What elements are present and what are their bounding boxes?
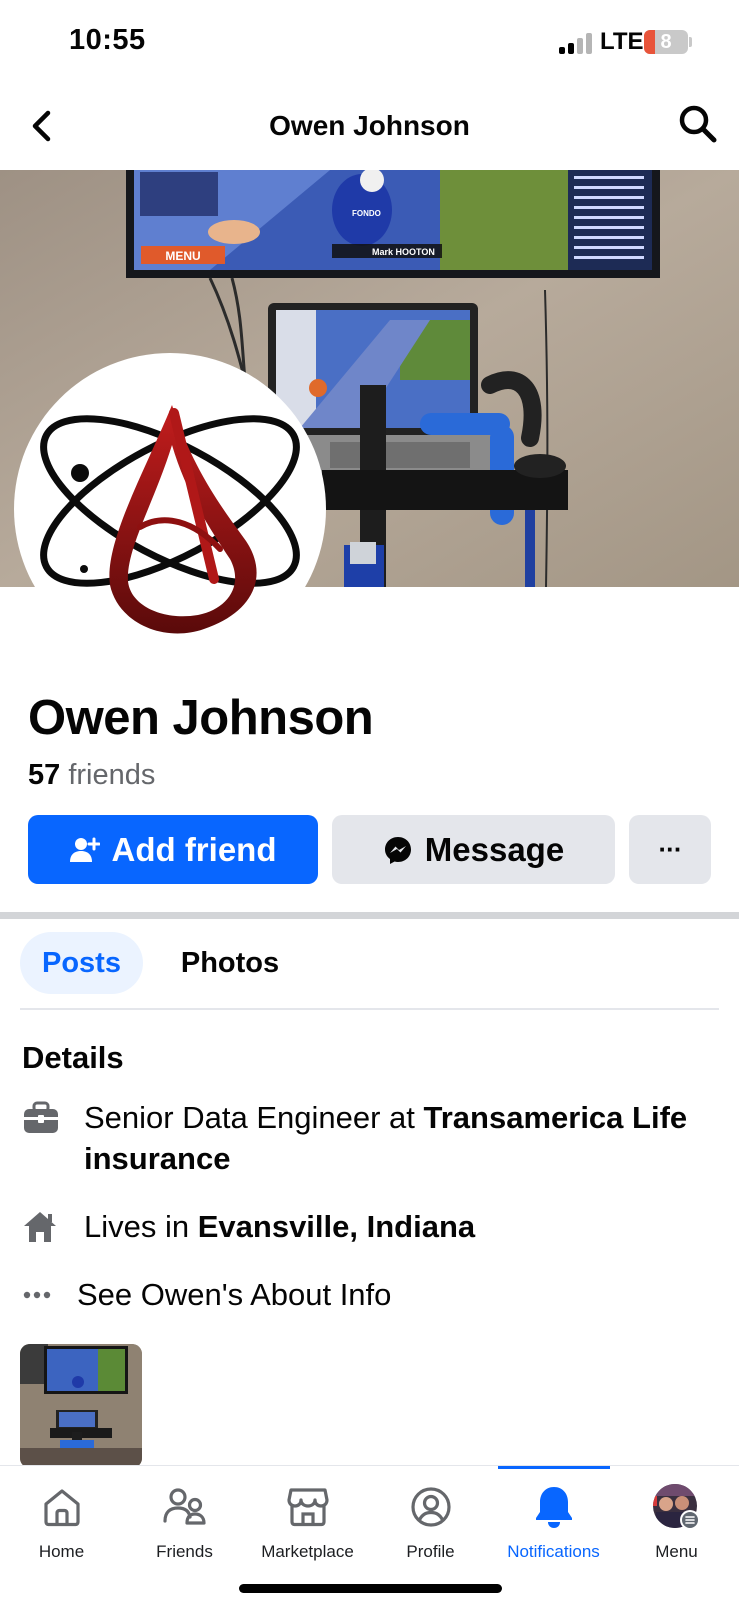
top-navigation: Owen Johnson [0,84,739,170]
bell-icon [534,1484,574,1530]
profile-avatar[interactable] [14,353,326,665]
more-options-button[interactable]: ··· [629,815,711,884]
nav-marketplace-label: Marketplace [261,1542,354,1561]
battery-percent: 8 [660,31,672,53]
details-heading: Details [22,1040,124,1075]
friends-count[interactable]: 57 friends [28,759,155,792]
bottom-navigation: Home Friends Marketplace Profile Notific… [0,1465,739,1600]
nav-friends[interactable]: Friends [123,1466,246,1566]
nav-home[interactable]: Home [0,1466,123,1566]
profile-icon [410,1484,452,1530]
marketplace-icon [286,1484,330,1530]
friends-icon [162,1484,207,1530]
nav-notifications[interactable]: Notifications [492,1466,615,1566]
ellipsis-icon [22,1274,77,1319]
tabs-divider [20,1008,719,1010]
profile-name: Owen Johnson [28,691,374,745]
nav-marketplace[interactable]: Marketplace [246,1466,369,1566]
home-icon [41,1484,83,1530]
tab-photos[interactable]: Photos [160,932,300,994]
page-title: Owen Johnson [269,110,470,141]
battery-icon: 8 [644,30,688,54]
cover-menu-label: MENU [165,249,200,263]
add-friend-label: Add friend [111,830,277,868]
more-options-label: ··· [658,834,683,864]
detail-hometown: Lives in Evansville, Indiana [22,1206,712,1254]
about-info-label: See Owen's About Info [77,1277,392,1312]
battery-nub [689,37,692,47]
friends-count-label: friends [68,759,156,791]
work-text: Senior Data Engineer at Transamerica Lif… [84,1097,712,1179]
signal-strength-icon [559,32,595,54]
house-icon [22,1206,84,1254]
nav-profile-label: Profile [406,1542,455,1561]
briefcase-icon [22,1097,84,1179]
messenger-icon [383,835,413,865]
nav-friends-label: Friends [156,1542,213,1561]
add-friend-button[interactable]: Add friend [28,815,318,884]
network-label: LTE [600,28,644,55]
search-icon [679,105,717,143]
search-button[interactable] [676,102,720,146]
hometown-city[interactable]: Evansville, Indiana [198,1209,475,1244]
message-label: Message [424,830,565,868]
hometown-prefix: Lives in [84,1209,198,1244]
home-indicator [239,1584,502,1593]
menu-avatar-icon [651,1484,703,1530]
see-about-info-link[interactable]: See Owen's About Info [22,1274,712,1319]
nav-notifications-label: Notifications [507,1542,600,1561]
photo-thumbnail[interactable] [20,1344,142,1468]
status-bar: 10:55 LTE 8 [0,0,739,84]
nav-home-label: Home [38,1542,85,1561]
work-position: Senior Data Engineer at [84,1100,424,1135]
detail-work: Senior Data Engineer at Transamerica Lif… [22,1097,712,1179]
hometown-text: Lives in Evansville, Indiana [84,1206,475,1254]
nav-menu-label: Menu [655,1542,698,1561]
nav-menu[interactable]: Menu [615,1466,738,1566]
cover-rider-label: Mark HOOTON [372,247,435,257]
message-button[interactable]: Message [332,815,615,884]
atheist-atom-logo-icon [40,405,300,634]
cover-brand-label: FONDO [352,209,381,218]
add-person-icon [69,836,100,864]
section-separator [0,912,739,919]
photo-thumbnail-image [20,1344,142,1468]
friends-count-number: 57 [28,759,61,791]
status-time: 10:55 [69,24,146,56]
tab-posts[interactable]: Posts [20,932,143,994]
nav-profile[interactable]: Profile [369,1466,492,1566]
